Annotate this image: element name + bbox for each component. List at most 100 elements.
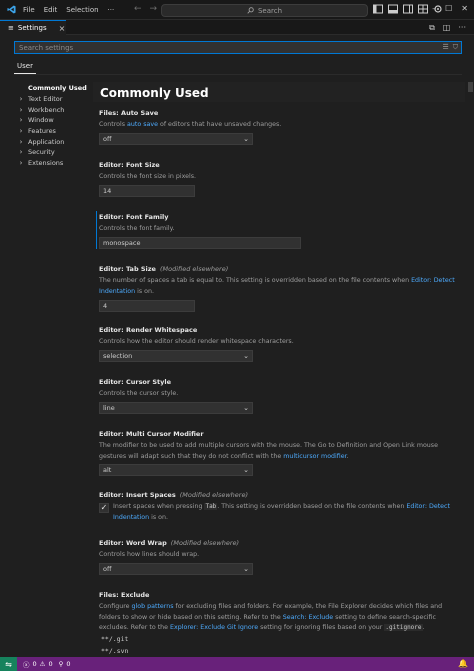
customize-layout-icon[interactable] [418,4,428,14]
menu-more[interactable]: ··· [108,6,115,14]
insert-spaces-checkbox[interactable]: ✓ [99,503,109,513]
menu-file[interactable]: File [23,6,35,14]
tab-settings[interactable]: ≡ Settings × [0,20,66,35]
toc-item-extensions[interactable]: › Extensions [18,158,90,169]
desc-text: Controls [99,121,128,128]
auto-save-select[interactable]: off ⌄ [99,133,253,145]
select-value: off [103,565,112,573]
word-wrap-select[interactable]: off ⌄ [99,563,253,575]
toc-item-application[interactable]: › Application [18,136,90,147]
command-center[interactable]: Search [161,4,368,17]
chevron-down-icon: ⌄ [243,135,249,143]
setting-description: The modifier to be used to add multiple … [99,441,457,462]
status-bar: ⇋ ⓧ 0 ⚠ 0 ⚲ 0 🔔 [0,657,474,671]
desc-text: . [346,452,349,460]
chevron-right-icon: › [19,95,23,104]
setting-description: The number of spaces a tab is equal to. … [99,276,457,297]
toc-item-commonly-used[interactable]: Commonly Used [18,83,90,94]
filter-icon[interactable]: ⛉ [453,43,458,52]
list-item[interactable]: **/.git [101,635,128,643]
command-center-label: Search [257,6,283,15]
error-icon: ⓧ [23,661,30,669]
minimize-icon[interactable]: – [432,4,436,13]
toggle-secondary-sidebar-icon[interactable] [403,4,413,14]
setting-title: Editor: Word Wrap (Modified elsewhere) [99,539,239,547]
setting-title: Files: Auto Save [99,109,159,117]
chevron-right-icon: › [19,127,23,136]
toc-item-security[interactable]: › Security [18,147,90,158]
maximize-icon[interactable]: ☐ [445,4,452,13]
section-title: Commonly Used [100,86,209,100]
desc-text: Insert spaces when pressing [113,503,205,510]
modified-elsewhere-link[interactable]: (Modified elsewhere) [160,265,228,273]
close-window-icon[interactable]: ✕ [461,4,468,13]
open-settings-json-icon[interactable]: ⧉ [429,23,435,33]
glob-patterns-link[interactable]: glob patterns [132,603,174,610]
ports-status[interactable]: ⚲ 0 [59,660,71,668]
toc-item-label: Text Editor [28,95,63,104]
forward-icon[interactable]: → [150,4,158,14]
render-whitespace-select[interactable]: selection ⌄ [99,350,253,362]
toc-item-label: Commonly Used [28,84,87,93]
select-value: selection [103,352,133,360]
setting-description: Controls how the editor should render wh… [99,338,294,345]
toc-item-window[interactable]: › Window [18,115,90,126]
cursor-style-select[interactable]: line ⌄ [99,402,253,414]
tab-settings-label: Settings [17,24,47,32]
split-editor-icon[interactable]: ◫ [443,23,451,33]
settings-toc: Commonly Used › Text Editor › Workbench … [18,83,90,169]
select-value: off [103,135,112,143]
tab-size-input[interactable]: 4 [99,300,195,312]
search-exclude-link[interactable]: Search: Exclude [283,614,333,621]
bell-icon[interactable]: 🔔 [458,659,468,668]
more-actions-icon[interactable]: ··· [458,23,466,33]
desc-text: of editors that have unsaved changes. [157,121,282,128]
setting-description: Controls the font size in pixels. [99,173,197,180]
toc-item-text-editor[interactable]: › Text Editor [18,94,90,105]
multi-cursor-select[interactable]: alt ⌄ [99,464,253,476]
setting-title: Editor: Tab Size (Modified elsewhere) [99,265,228,273]
toggle-panel-icon[interactable] [388,4,398,14]
close-icon[interactable]: × [59,24,66,33]
font-family-input[interactable]: monospace [99,237,301,249]
explorer-exclude-git-ignore-link[interactable]: Explorer: Exclude Git Ignore [170,624,258,631]
search-input[interactable] [15,42,461,53]
auto-save-link[interactable]: auto save [127,121,158,128]
scrollbar-thumb[interactable] [468,82,473,92]
toggle-primary-sidebar-icon[interactable] [373,4,383,14]
multicursor-modifier-link[interactable]: multicursor modifier [283,453,346,460]
remote-indicator[interactable]: ⇋ [0,657,17,671]
setting-title-text: Editor: Tab Size [99,265,156,273]
ports-icon: ⚲ [58,660,64,668]
chevron-right-icon: › [19,105,23,114]
window-controls: – ☐ ✕ [432,4,468,13]
setting-description: Insert spaces when pressing Tab. This se… [113,502,463,523]
desc-text: . This setting is overridden based on th… [217,503,407,510]
modified-elsewhere-link[interactable]: (Modified elsewhere) [180,491,248,499]
font-size-input[interactable]: 14 [99,185,195,197]
search-icon [247,7,254,14]
chevron-right-icon: › [19,159,23,168]
chevron-down-icon: ⌄ [243,565,249,573]
settings-list: Commonly Used Files: Auto Save Controls … [93,80,465,657]
back-icon[interactable]: ← [134,4,142,14]
clear-filter-icon[interactable]: ☰ [442,43,448,52]
desc-text: setting for ignoring files based on your [258,624,385,631]
menu-edit[interactable]: Edit [44,6,58,14]
title-bar: File Edit Selection ··· ← → Search – ☐ ✕ [0,0,474,20]
toc-item-workbench[interactable]: › Workbench [18,104,90,115]
list-item[interactable]: **/.svn [101,647,128,655]
problems-status[interactable]: ⓧ 0 ⚠ 0 [23,659,53,669]
modified-elsewhere-link[interactable]: (Modified elsewhere) [171,539,239,547]
chevron-right-icon: › [19,137,23,146]
warning-count: 0 [48,660,53,668]
menu-selection[interactable]: Selection [66,6,98,14]
toc-item-label: Security [28,148,55,157]
vscode-logo-icon [7,5,16,14]
toc-item-features[interactable]: › Features [18,126,90,137]
tab-user[interactable]: User [17,62,33,70]
divider [14,74,462,75]
setting-title-text: Editor: Insert Spaces [99,491,176,499]
scrollbar[interactable] [467,80,474,657]
setting-title-text: Editor: Word Wrap [99,539,167,547]
